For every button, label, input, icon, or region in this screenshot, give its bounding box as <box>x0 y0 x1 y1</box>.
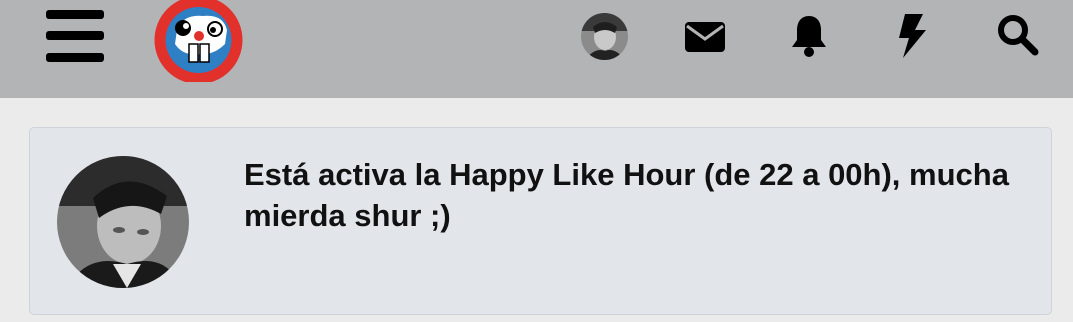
notice-message: Está activa la Happy Like Hour (de 22 a … <box>244 157 1009 233</box>
bolt-icon[interactable] <box>897 14 927 58</box>
hamburger-menu-icon[interactable] <box>44 10 106 62</box>
user-avatar[interactable] <box>581 13 628 60</box>
user-avatar[interactable] <box>57 156 189 288</box>
site-logo[interactable] <box>153 0 244 82</box>
notice-card: Está activa la Happy Like Hour (de 22 a … <box>29 127 1052 315</box>
top-navigation-bar <box>0 0 1073 98</box>
search-icon[interactable] <box>997 14 1039 56</box>
envelope-icon[interactable] <box>685 22 725 52</box>
bell-icon[interactable] <box>790 14 828 58</box>
